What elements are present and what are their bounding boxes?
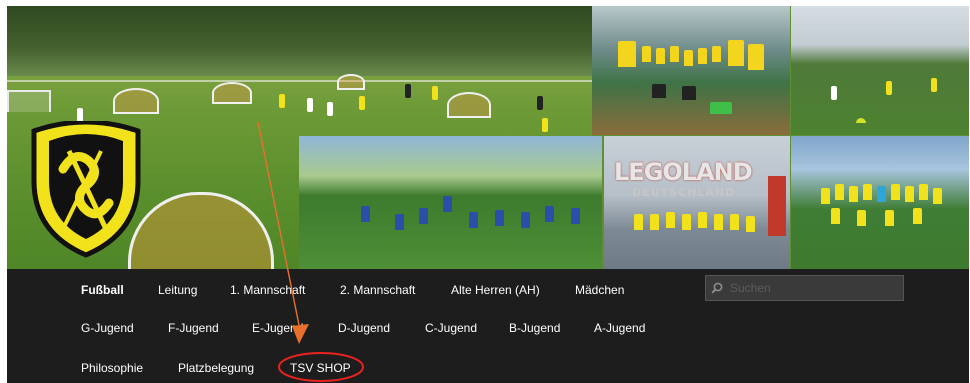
legoland-sign: LEGOLAND xyxy=(614,158,753,186)
nav-item-fussball[interactable]: Fußball xyxy=(81,283,124,297)
photo-legoland: LEGOLAND DEUTSCHLAND xyxy=(604,136,790,269)
pop-up-goal xyxy=(212,82,252,104)
nav-item-a-jugend[interactable]: A-Jugend xyxy=(594,321,645,335)
pop-up-goal xyxy=(447,92,491,118)
nav-item-maedchen[interactable]: Mädchen xyxy=(575,283,624,297)
nav-item-g-jugend[interactable]: G-Jugend xyxy=(81,321,134,335)
nav-item-1-mannschaft[interactable]: 1. Mannschaft xyxy=(230,283,305,297)
search-icon[interactable] xyxy=(706,282,728,294)
nav-item-d-jugend[interactable]: D-Jugend xyxy=(338,321,390,335)
nav-item-alte-herren[interactable]: Alte Herren (AH) xyxy=(451,283,540,297)
mini-goal xyxy=(7,90,51,112)
legoland-subtitle: DEUTSCHLAND xyxy=(632,186,736,199)
search-box[interactable] xyxy=(705,275,904,301)
photo-team-goal xyxy=(791,136,969,269)
nav-item-e-jugend[interactable]: E-Jugend xyxy=(252,321,303,335)
pop-up-goal xyxy=(337,74,365,90)
photo-team-yellow xyxy=(592,6,790,135)
club-crest-icon xyxy=(31,121,141,258)
pop-up-goal xyxy=(113,88,159,114)
nav-item-f-jugend[interactable]: F-Jugend xyxy=(168,321,219,335)
photo-field-training xyxy=(791,6,969,135)
search-input[interactable] xyxy=(728,280,902,296)
nav-item-platzbelegung[interactable]: Platzbelegung xyxy=(178,361,254,375)
nav-item-tsv-shop[interactable]: TSV SHOP xyxy=(290,361,351,375)
nav-item-b-jugend[interactable]: B-Jugend xyxy=(509,321,560,335)
photo-match-blue xyxy=(299,136,602,269)
main-navigation: Fußball Leitung 1. Mannschaft 2. Mannsch… xyxy=(7,269,969,383)
nav-item-2-mannschaft[interactable]: 2. Mannschaft xyxy=(340,283,415,297)
nav-item-philosophie[interactable]: Philosophie xyxy=(81,361,143,375)
nav-item-leitung[interactable]: Leitung xyxy=(158,283,197,297)
header-banner: LEGOLAND DEUTSCHLAND xyxy=(7,6,969,269)
nav-item-c-jugend[interactable]: C-Jugend xyxy=(425,321,477,335)
tree-line xyxy=(7,6,592,76)
